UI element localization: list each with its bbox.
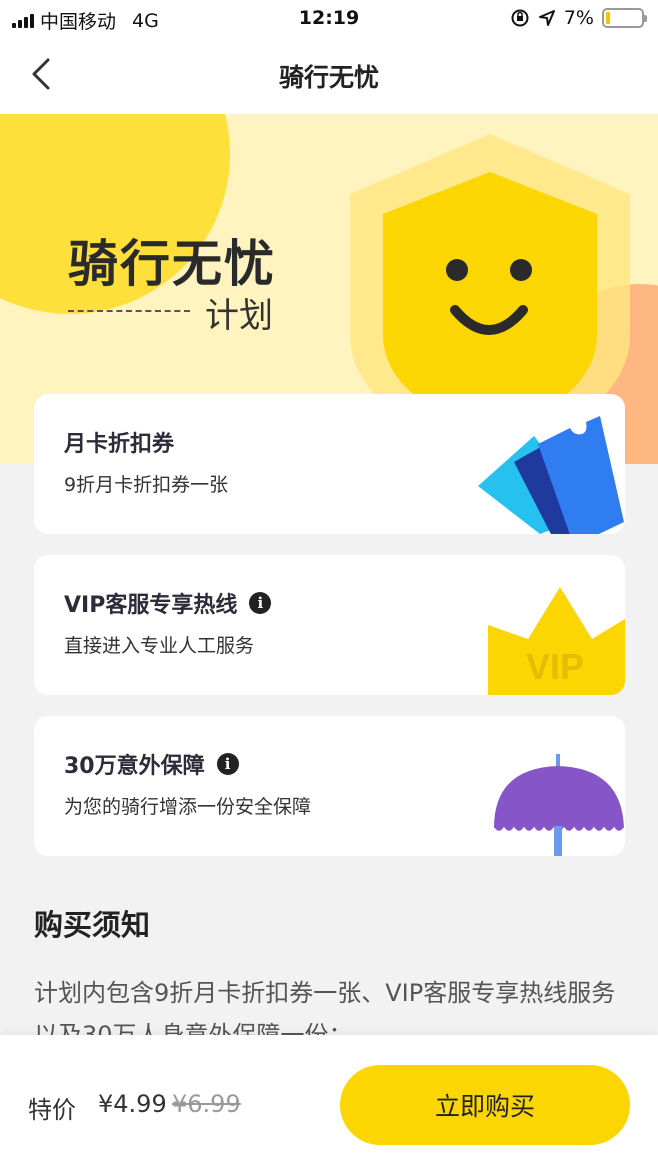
info-icon[interactable]: i — [216, 753, 239, 775]
coupon-cards-icon — [478, 416, 624, 534]
vip-crown-icon: VIP — [488, 587, 625, 695]
benefit-desc: 为您的骑行增添一份安全保障 — [64, 796, 312, 818]
orientation-lock-icon — [511, 9, 529, 27]
hero-dashed-line — [68, 310, 190, 312]
hero-subtitle: 计划 — [205, 296, 273, 336]
umbrella-icon — [493, 754, 625, 856]
location-arrow-icon — [538, 10, 555, 26]
current-price: ¥4.99 — [98, 1090, 167, 1118]
notice-text: 计划内包含9折月卡折扣券一张、VIP客服专享热线服务以及30万人身意外保障一份； — [34, 979, 616, 1042]
benefit-title: VIP客服专享热线 i — [64, 587, 272, 619]
buy-now-button[interactable]: 立即购买 — [340, 1065, 630, 1145]
hero-title: 骑行无忧 — [68, 235, 276, 293]
nav-bar: 骑行无忧 — [0, 36, 658, 114]
benefit-desc: 直接进入专业人工服务 — [64, 635, 255, 657]
status-bar: 中国移动 4G 12:19 7% — [0, 0, 658, 36]
benefit-desc: 9折月卡折扣券一张 — [64, 474, 229, 496]
info-icon[interactable]: i — [249, 592, 272, 614]
battery-icon — [602, 8, 647, 28]
benefit-card-coupon: 月卡折扣券 9折月卡折扣券一张 — [34, 394, 625, 534]
price-label: 特价 — [28, 1096, 76, 1124]
benefit-title-text: 月卡折扣券 — [64, 432, 175, 457]
notice-title: 购买须知 — [34, 908, 151, 942]
benefit-card-vip: VIP客服专享热线 i 直接进入专业人工服务 VIP — [34, 555, 625, 695]
vip-crown-label: VIP — [526, 646, 584, 687]
benefit-title-text: 30万意外保障 — [64, 754, 205, 779]
purchase-bar: 特价 ¥4.99 ¥6.99 立即购买 — [0, 1035, 658, 1170]
benefit-title: 月卡折扣券 — [64, 426, 174, 458]
benefit-card-insurance: 30万意外保障 i 为您的骑行增添一份安全保障 — [34, 716, 625, 856]
page-title: 骑行无忧 — [278, 63, 379, 92]
benefit-title-text: VIP客服专享热线 — [64, 593, 238, 618]
battery-percent: 7% — [563, 7, 594, 29]
status-right: 7% — [510, 7, 647, 29]
benefit-title: 30万意外保障 i — [64, 748, 239, 780]
original-price: ¥6.99 — [172, 1090, 241, 1118]
